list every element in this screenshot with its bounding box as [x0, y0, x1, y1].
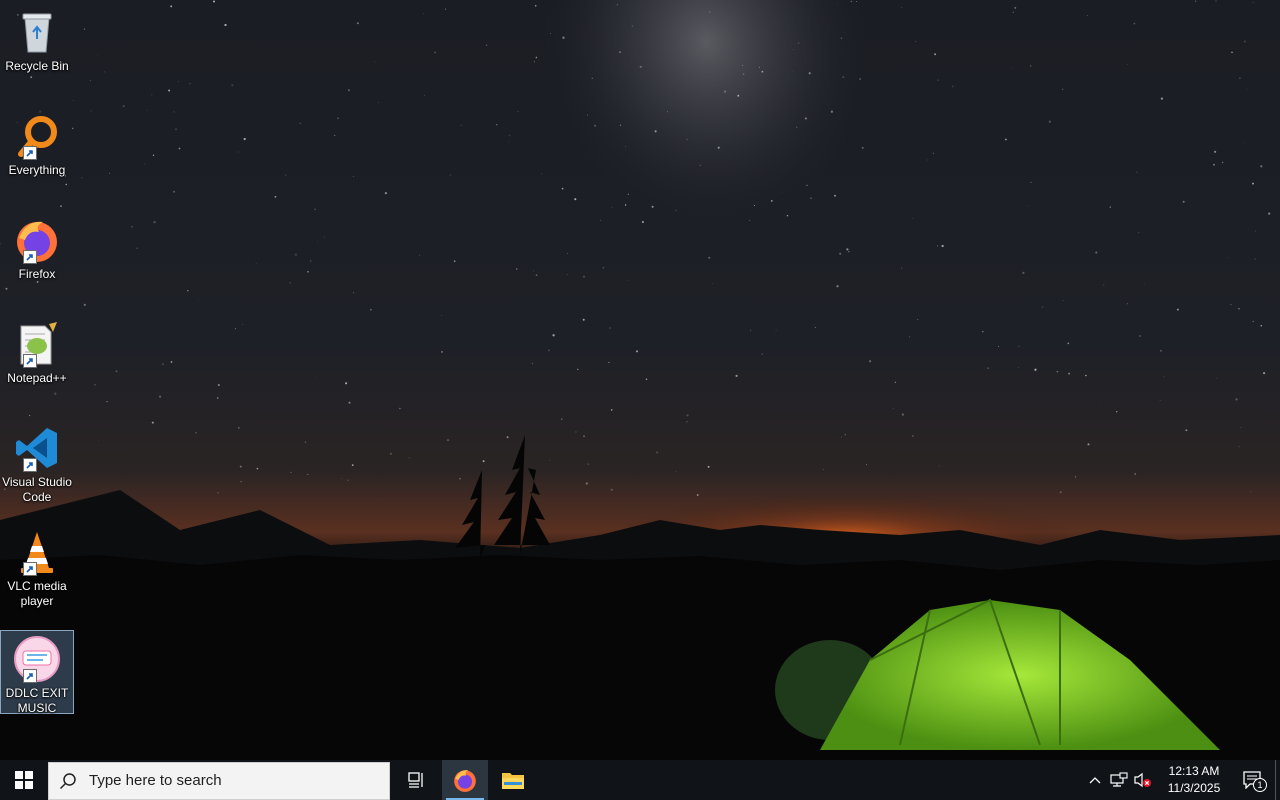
desktop-icon-vlc[interactable]: VLC media player [0, 524, 74, 614]
desktop-icon-recycle-bin[interactable]: Recycle Bin [0, 4, 74, 80]
desktop-icon-label: VLC media player [7, 579, 67, 608]
shortcut-arrow-icon [23, 354, 37, 368]
search-placeholder: Type here to search [89, 772, 222, 789]
volume-button[interactable] [1131, 760, 1155, 800]
task-view-button[interactable] [392, 760, 442, 800]
clock-time: 12:13 AM [1168, 764, 1220, 778]
desktop-icon-label: Notepad++ [7, 371, 67, 385]
vscode-icon [13, 424, 61, 472]
taskbar-firefox-button[interactable] [442, 760, 488, 800]
system-tray: 12:13 AM 11/3/2025 1 [1083, 760, 1280, 800]
start-button[interactable] [0, 760, 48, 800]
ddlc-exit-music-icon [13, 635, 61, 683]
clock-date: 11/3/2025 [1167, 781, 1221, 795]
windows-logo-icon [15, 771, 33, 789]
network-button[interactable] [1107, 760, 1131, 800]
volume-muted-icon [1134, 772, 1151, 788]
taskbar-search-box[interactable]: Type here to search [48, 761, 390, 800]
desktop-icon-notepad-plus-plus[interactable]: Notepad++ [0, 316, 74, 392]
file-explorer-icon [502, 773, 524, 789]
notification-count-badge: 1 [1253, 778, 1267, 792]
desktop-icon-label: Firefox [18, 267, 56, 281]
taskbar-file-explorer-button[interactable] [488, 760, 538, 800]
taskbar-clock[interactable]: 12:13 AM 11/3/2025 [1159, 760, 1229, 800]
action-center-button[interactable]: 1 [1229, 760, 1275, 800]
firefox-icon [454, 770, 476, 792]
desktop-icon-vscode[interactable]: Visual Studio Code [0, 420, 74, 510]
chevron-up-icon [1089, 777, 1101, 784]
notepad-plus-plus-icon [13, 320, 61, 368]
desktop-icon-label: Visual Studio Code [2, 475, 72, 504]
desktop-icon-firefox[interactable]: Firefox [0, 212, 74, 288]
everything-search-icon [13, 112, 61, 160]
task-view-icon [408, 772, 423, 788]
desktop-icon-label: Recycle Bin [5, 59, 69, 73]
firefox-icon [13, 216, 61, 264]
show-desktop-button[interactable] [1275, 760, 1280, 800]
network-icon [1110, 772, 1128, 787]
shortcut-arrow-icon [23, 250, 37, 264]
shortcut-arrow-icon [23, 458, 37, 472]
desktop-icon-ddlc-exit-music[interactable]: DDLC EXIT MUSIC [0, 630, 74, 715]
desktop-wallpaper [0, 0, 1280, 760]
desktop-icon-everything[interactable]: Everything [0, 108, 74, 184]
shortcut-arrow-icon [23, 669, 37, 683]
shortcut-arrow-icon [23, 146, 37, 160]
desktop-icon-label: DDLC EXIT MUSIC [5, 686, 69, 715]
shortcut-arrow-icon [23, 562, 37, 576]
tray-overflow-button[interactable] [1083, 760, 1107, 800]
desktop-icon-label: Everything [8, 163, 66, 177]
search-icon [59, 772, 76, 789]
taskbar: Type here to search 12:13 AM 11/3/2025 1 [0, 760, 1280, 800]
recycle-bin-icon [13, 8, 61, 56]
vlc-icon [13, 528, 61, 576]
